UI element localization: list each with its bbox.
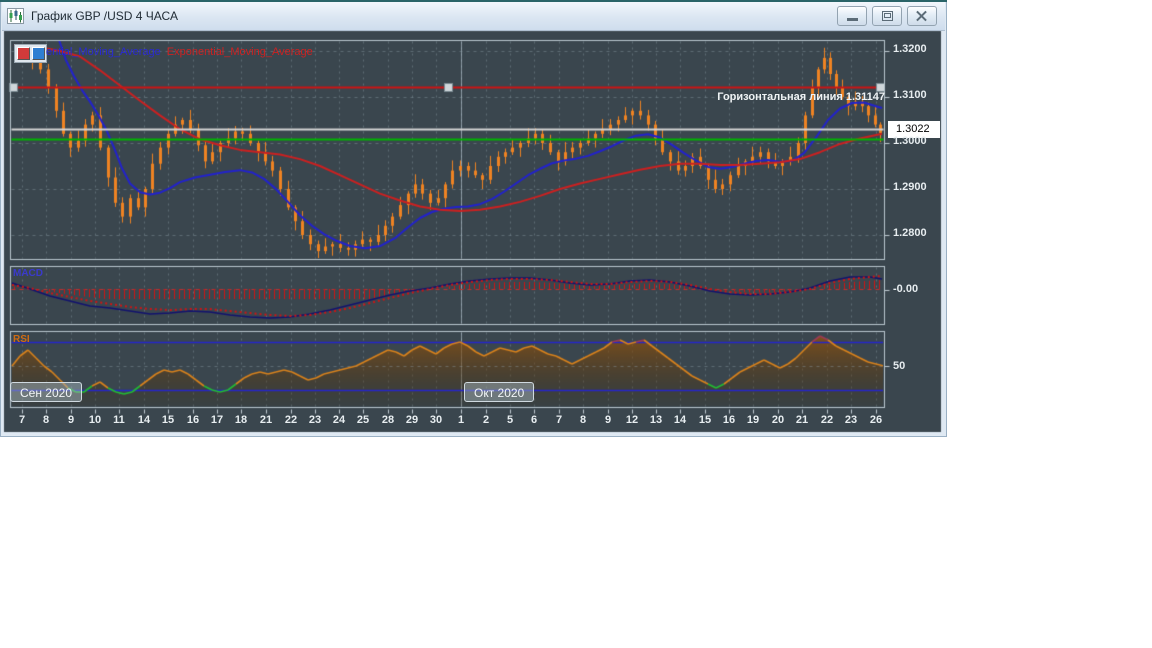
minimize-button[interactable] <box>837 6 867 26</box>
minimize-icon <box>847 18 858 21</box>
chart-canvas[interactable] <box>0 0 947 437</box>
chart-window: ential_Moving_Average Exponential_Moving… <box>0 0 947 437</box>
window-controls <box>832 6 937 26</box>
desktop-background: ential_Moving_Average Exponential_Moving… <box>0 0 1152 648</box>
window-titlebar[interactable]: График GBP /USD 4 ЧАСА <box>2 2 945 31</box>
close-button[interactable] <box>907 6 937 26</box>
candlestick-chart-icon <box>7 8 24 24</box>
restore-button[interactable] <box>872 6 902 26</box>
restore-icon <box>882 11 893 21</box>
window-title: График GBP /USD 4 ЧАСА <box>31 9 178 23</box>
